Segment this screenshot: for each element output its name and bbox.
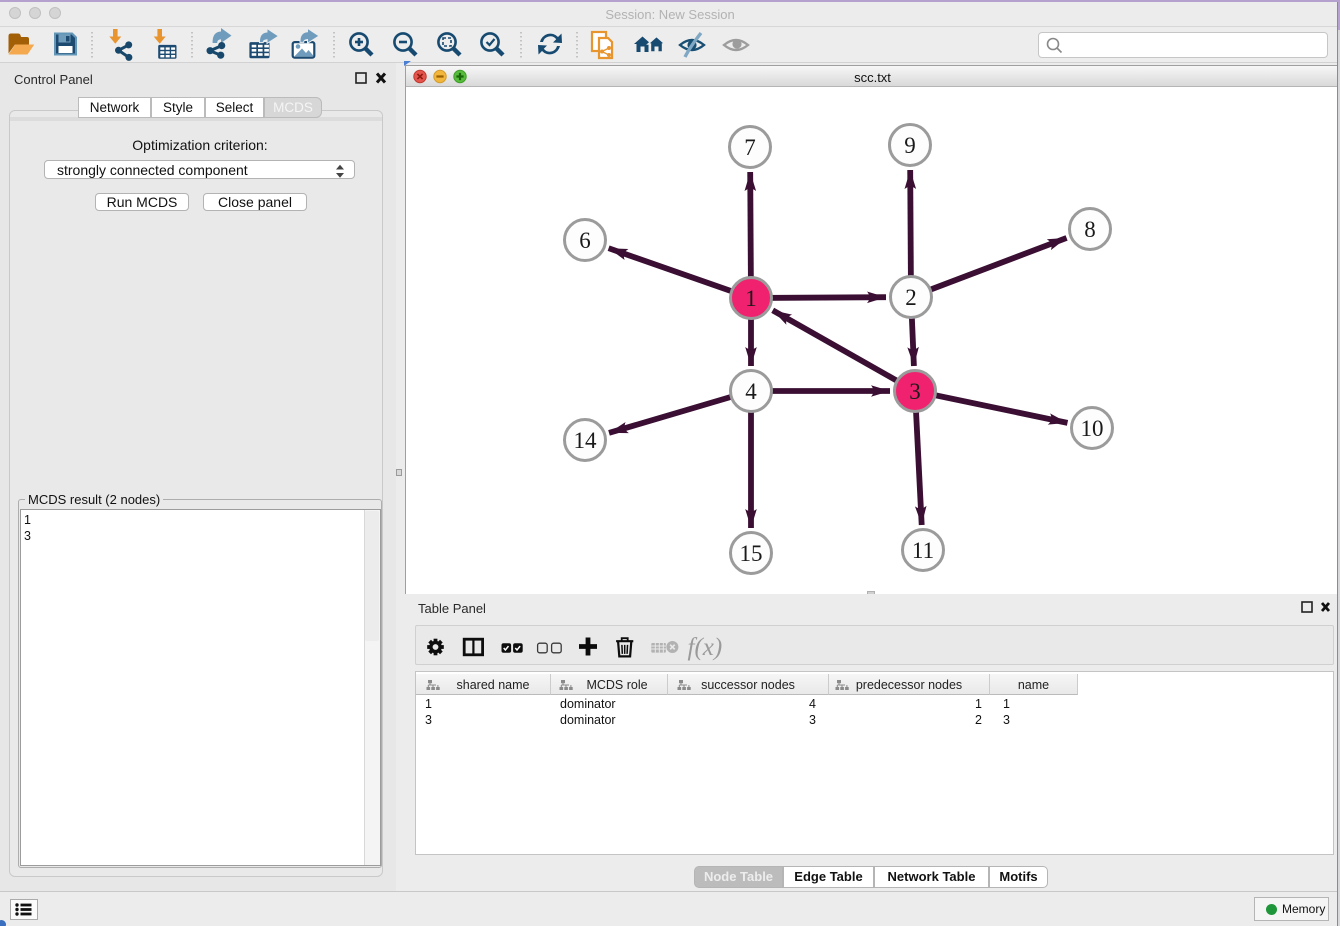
svg-text:10: 10: [1081, 416, 1104, 441]
svg-text:8: 8: [1084, 217, 1096, 242]
svg-text:7: 7: [744, 135, 756, 160]
svg-text:15: 15: [740, 541, 763, 566]
svg-text:1: 1: [745, 286, 757, 311]
svg-text:4: 4: [745, 379, 757, 404]
svg-text:3: 3: [909, 379, 921, 404]
svg-text:9: 9: [904, 133, 916, 158]
svg-text:f(x): f(x): [688, 634, 723, 661]
svg-text:6: 6: [579, 228, 591, 253]
svg-text:2: 2: [905, 285, 917, 310]
svg-text:11: 11: [912, 538, 934, 563]
svg-text:14: 14: [574, 428, 598, 453]
